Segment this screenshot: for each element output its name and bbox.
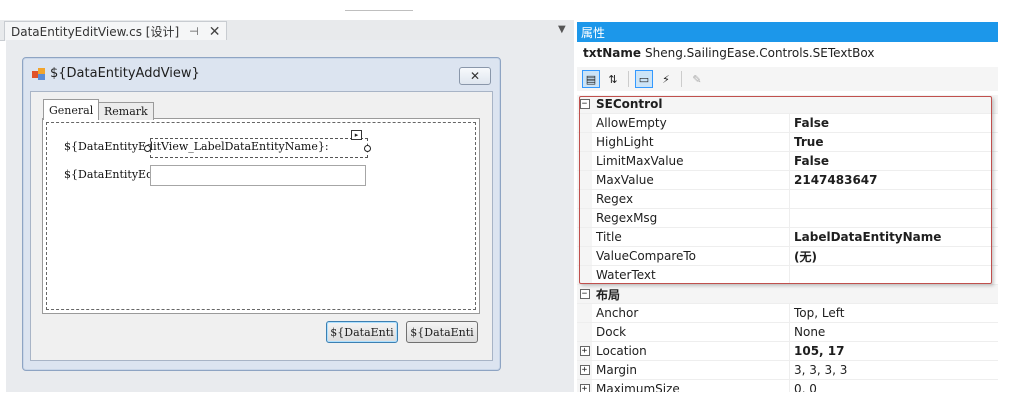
tab-remark[interactable]: Remark (98, 102, 154, 120)
form-app-icon (32, 67, 46, 80)
code-input[interactable] (150, 165, 366, 186)
object-name: txtName (583, 46, 641, 60)
properties-toolbar: ▤ ⇅ ▭ ⚡ ✎ (577, 67, 998, 91)
property-name: Dock (592, 323, 790, 341)
tab-general[interactable]: General (43, 99, 100, 120)
form-button-2[interactable]: ${DataEnti (406, 321, 478, 343)
document-tab-title: DataEntityEditView.cs [设计] (11, 25, 180, 39)
property-name: Margin (592, 361, 790, 379)
property-value[interactable]: 3, 3, 3, 3 (790, 361, 998, 379)
pin-icon[interactable]: ⊣ (189, 25, 199, 38)
form-button-1[interactable]: ${DataEnti (326, 321, 398, 343)
row-gutter (577, 304, 592, 322)
properties-header: 属性 (577, 22, 998, 42)
smart-tag-icon[interactable]: ▸ (351, 130, 362, 140)
category-gutter: − (577, 285, 592, 303)
property-value[interactable]: Top, Left (790, 304, 998, 322)
form-title-text: ${DataEntityAddView} (50, 66, 200, 81)
property-name: Location (592, 342, 790, 360)
property-value[interactable]: None (790, 323, 998, 341)
property-pages-wrench-icon[interactable]: ✎ (688, 70, 706, 88)
properties-view-icon[interactable]: ▭ (635, 70, 653, 88)
selected-object-selector[interactable]: txtName Sheng.SailingEase.Controls.SEText… (583, 46, 874, 60)
category-name: 布局 (596, 287, 621, 302)
categorized-view-icon[interactable]: ▤ (582, 70, 600, 88)
property-category[interactable]: − 布局 (577, 285, 998, 304)
toolbar-stub (345, 0, 413, 11)
expand-icon[interactable]: + (579, 346, 590, 356)
chevron-down-icon[interactable]: ▼ (558, 24, 566, 35)
resize-handle-right[interactable] (364, 145, 371, 152)
property-row[interactable]: Dock None (577, 323, 998, 342)
bottom-strip (0, 392, 1011, 416)
row-gutter: + (577, 361, 592, 379)
toolbar-separator (681, 71, 682, 87)
property-value[interactable]: 105, 17 (790, 342, 998, 360)
annotation-highlight-box (579, 96, 992, 284)
property-row[interactable]: Anchor Top, Left (577, 304, 998, 323)
document-tab[interactable]: DataEntityEditView.cs [设计] ⊣ ✕ (4, 21, 228, 41)
property-row[interactable]: + Location 105, 17 (577, 342, 998, 361)
close-tab-icon[interactable]: ✕ (209, 24, 221, 40)
expand-icon[interactable]: + (579, 365, 590, 375)
toolbar-separator (628, 71, 629, 87)
collapse-icon[interactable]: − (579, 289, 590, 299)
object-type: Sheng.SailingEase.Controls.SETextBox (645, 46, 875, 60)
alphabetical-sort-icon[interactable]: ⇅ (604, 70, 622, 88)
resize-handle-left[interactable] (144, 145, 151, 152)
form-close-button[interactable]: ✕ (459, 67, 491, 85)
row-gutter: + (577, 342, 592, 360)
txt-name-input-selected[interactable] (150, 138, 368, 158)
events-lightning-icon[interactable]: ⚡ (657, 70, 675, 88)
form-title: ${DataEntityAddView} (32, 66, 200, 81)
property-name: Anchor (592, 304, 790, 322)
property-row[interactable]: + Margin 3, 3, 3, 3 (577, 361, 998, 380)
row-gutter (577, 323, 592, 341)
